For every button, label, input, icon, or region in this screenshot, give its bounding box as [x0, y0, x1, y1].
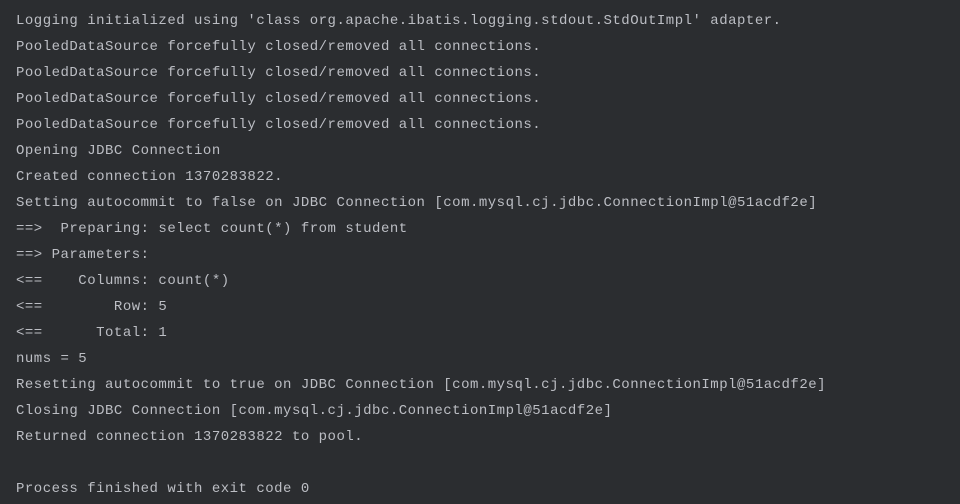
log-line: <== Columns: count(*)	[16, 268, 944, 294]
log-line: ==> Parameters:	[16, 242, 944, 268]
log-line: PooledDataSource forcefully closed/remov…	[16, 60, 944, 86]
log-line: Logging initialized using 'class org.apa…	[16, 8, 944, 34]
exit-code-line: Process finished with exit code 0	[16, 476, 944, 502]
log-line: Returned connection 1370283822 to pool.	[16, 424, 944, 450]
log-line: Opening JDBC Connection	[16, 138, 944, 164]
log-line: <== Row: 5	[16, 294, 944, 320]
blank-line	[16, 450, 944, 476]
log-line: PooledDataSource forcefully closed/remov…	[16, 112, 944, 138]
log-line: nums = 5	[16, 346, 944, 372]
log-line: Resetting autocommit to true on JDBC Con…	[16, 372, 944, 398]
log-line: Closing JDBC Connection [com.mysql.cj.jd…	[16, 398, 944, 424]
log-line: ==> Preparing: select count(*) from stud…	[16, 216, 944, 242]
log-line: <== Total: 1	[16, 320, 944, 346]
log-line: Setting autocommit to false on JDBC Conn…	[16, 190, 944, 216]
log-line: Created connection 1370283822.	[16, 164, 944, 190]
log-line: PooledDataSource forcefully closed/remov…	[16, 86, 944, 112]
console-output: Logging initialized using 'class org.apa…	[16, 8, 944, 502]
log-line: PooledDataSource forcefully closed/remov…	[16, 34, 944, 60]
